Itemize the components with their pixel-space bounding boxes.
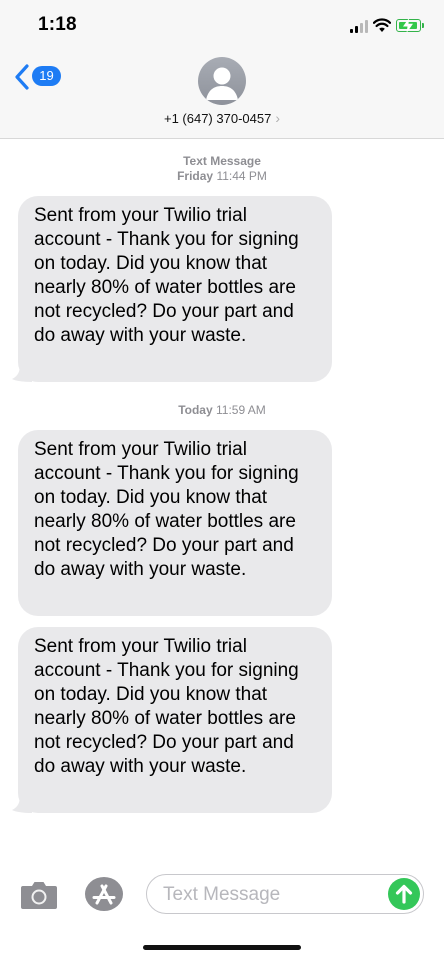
battery-cap	[422, 23, 424, 28]
message-text: Sent from your Twilio trial account - Th…	[34, 439, 299, 580]
back-chevron-icon[interactable]	[14, 64, 30, 90]
contact-avatar[interactable]	[198, 57, 246, 105]
contact-phone-number: +1 (647) 370-0457	[163, 111, 272, 126]
home-indicator[interactable]	[143, 945, 301, 950]
status-time: 1:18	[38, 14, 77, 35]
unread-count-badge[interactable]: 19	[32, 66, 61, 86]
person-silhouette-icon	[206, 67, 238, 100]
timestamp-day: Today	[178, 403, 213, 417]
app-store-icon[interactable]	[84, 876, 124, 912]
conversation-header: 1:18 19 +1 (647) 370-0457 ›	[0, 0, 444, 139]
wifi-icon	[373, 18, 391, 32]
service-label: Text Message	[183, 154, 261, 168]
received-message-bubble[interactable]: Sent from your Twilio trial account - Th…	[18, 430, 332, 616]
message-text: Sent from your Twilio trial account - Th…	[34, 636, 299, 777]
chevron-right-icon: ›	[275, 110, 280, 126]
timestamp-time: 11:59 AM	[215, 403, 266, 417]
timestamp-time: 11:44 PM	[216, 169, 267, 183]
bubble-tail	[12, 795, 32, 813]
send-button[interactable]	[388, 878, 420, 910]
contact-name-button[interactable]: +1 (647) 370-0457 ›	[0, 110, 444, 126]
cellular-signal-icon	[350, 20, 368, 33]
message-text: Sent from your Twilio trial account - Th…	[34, 205, 299, 346]
message-timestamp: Today 11:59 AM	[0, 403, 444, 418]
arrow-up-icon	[395, 884, 413, 904]
bubble-tail	[12, 364, 32, 382]
message-timestamp: Text Message Friday 11:44 PM	[0, 154, 444, 184]
message-input[interactable]: Text Message	[146, 874, 424, 914]
messages-screen: 1:18 19 +1 (647) 370-0457 › Text Message…	[0, 0, 444, 961]
timestamp-day: Friday	[177, 169, 214, 183]
charging-bolt-icon	[403, 18, 413, 33]
message-input-placeholder: Text Message	[163, 884, 281, 905]
received-message-bubble[interactable]: Sent from your Twilio trial account - Th…	[12, 196, 332, 382]
camera-icon[interactable]	[20, 880, 58, 910]
received-message-bubble[interactable]: Sent from your Twilio trial account - Th…	[12, 627, 332, 813]
